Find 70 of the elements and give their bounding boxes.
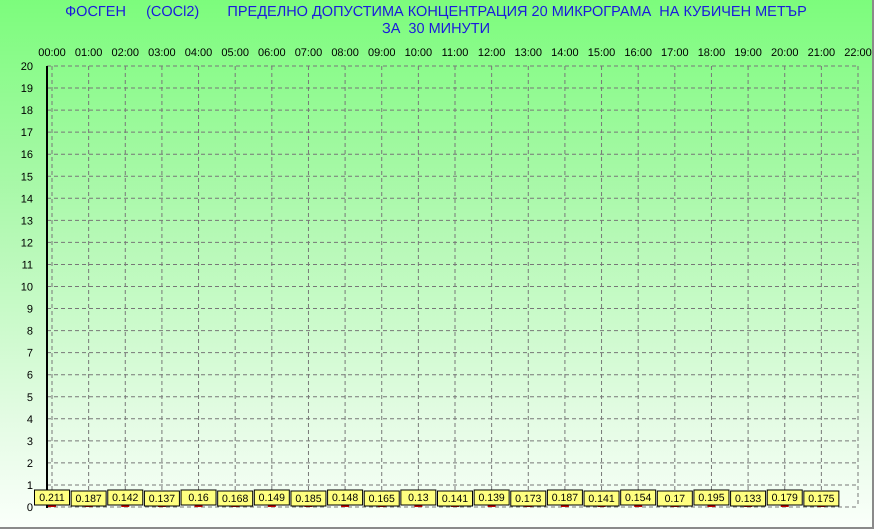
axis-label: 17:00 bbox=[661, 47, 689, 59]
axis-label: 14:00 bbox=[551, 47, 579, 59]
axis-label: 10:00 bbox=[404, 47, 432, 59]
value-label: 0.211 bbox=[34, 490, 70, 506]
axis-label: 0 bbox=[26, 502, 33, 514]
axis-label: 05:00 bbox=[221, 47, 249, 59]
axis-label: 15:00 bbox=[588, 47, 616, 59]
value-label: 0.139 bbox=[474, 490, 510, 506]
axis-label: 19 bbox=[20, 83, 33, 96]
axis-label: 4 bbox=[26, 414, 33, 426]
axis-label: 5 bbox=[26, 392, 33, 404]
data-label: 0.16 bbox=[188, 492, 209, 504]
axis-label: 1 bbox=[26, 480, 33, 492]
data-label: 0.154 bbox=[625, 492, 652, 504]
axis-label: 03:00 bbox=[148, 47, 176, 59]
axis-label: 14 bbox=[20, 193, 33, 206]
data-label: 0.211 bbox=[39, 492, 65, 504]
value-label: 0.142 bbox=[107, 490, 144, 506]
value-label: 0.154 bbox=[620, 490, 656, 506]
axis-label: 9 bbox=[26, 304, 33, 316]
axis-label: 18:00 bbox=[698, 47, 726, 59]
axis-label: 17 bbox=[20, 127, 33, 140]
data-label: 0.142 bbox=[112, 492, 139, 504]
axis-label: 07:00 bbox=[294, 47, 322, 59]
data-label: 0.141 bbox=[588, 493, 615, 505]
axis-label: 15 bbox=[20, 171, 33, 184]
data-label: 0.149 bbox=[258, 492, 286, 504]
axis-label: 8 bbox=[26, 326, 33, 338]
axis-label: 11 bbox=[22, 259, 33, 272]
chart-title: ФОСГЕН (COCl2) ПРЕДЕЛНО ДОПУСТИМА КОНЦЕНТРАЦИЯ 20 МИКРОГРАМА НА КУБИЧЕН МЕТЪР ЗА 30 МИНУТИ bbox=[64, 3, 808, 39]
value-label: 0.149 bbox=[254, 490, 290, 506]
axis-label: 20:00 bbox=[770, 47, 798, 59]
axis-label: 09:00 bbox=[368, 47, 396, 59]
value-label: 0.195 bbox=[693, 490, 730, 506]
value-label: 0.16 bbox=[180, 490, 217, 506]
axis-label: 13:00 bbox=[514, 47, 542, 59]
value-label: 0.148 bbox=[327, 490, 364, 506]
axis-label: 18 bbox=[20, 105, 33, 118]
data-label: 0.137 bbox=[148, 493, 176, 505]
axis-label: 01:00 bbox=[74, 47, 102, 59]
data-label: 0.179 bbox=[772, 492, 798, 504]
axis-label: 3 bbox=[26, 436, 33, 448]
data-label: 0.148 bbox=[332, 492, 358, 504]
axis-label: 19:00 bbox=[734, 47, 762, 59]
axis-label: 16:00 bbox=[624, 47, 652, 59]
axis-label: 10 bbox=[20, 282, 33, 294]
axis-label: 16 bbox=[20, 149, 33, 162]
data-label: 0.195 bbox=[698, 492, 725, 504]
axis-label: 6 bbox=[26, 370, 33, 382]
axis-label: 12:00 bbox=[478, 47, 506, 59]
axis-label: 21:00 bbox=[808, 47, 836, 59]
value-label: 0.179 bbox=[766, 490, 803, 506]
axis-label: 08:00 bbox=[331, 47, 359, 59]
value-label: 0.187 bbox=[546, 490, 583, 506]
data-label: 0.187 bbox=[552, 492, 578, 504]
axis-label: 7 bbox=[26, 348, 33, 360]
axis-label: 11:00 bbox=[442, 47, 468, 59]
data-label: 0.139 bbox=[478, 492, 505, 504]
axis-label: 2 bbox=[26, 458, 33, 470]
axis-label: 22:00 bbox=[844, 47, 872, 59]
axis-label: 00:00 bbox=[38, 47, 66, 59]
data-label: 0.13 bbox=[408, 492, 429, 504]
axis-label: 02:00 bbox=[112, 47, 140, 59]
data-label: 0.133 bbox=[734, 493, 762, 505]
axis-label: 13 bbox=[20, 215, 33, 228]
axis-label: 04:00 bbox=[184, 47, 212, 59]
data-label: 0.141 bbox=[442, 493, 468, 505]
axis-label: 06:00 bbox=[258, 47, 286, 59]
axis-label: 20 bbox=[20, 61, 33, 73]
axis-label: 12 bbox=[20, 237, 33, 250]
